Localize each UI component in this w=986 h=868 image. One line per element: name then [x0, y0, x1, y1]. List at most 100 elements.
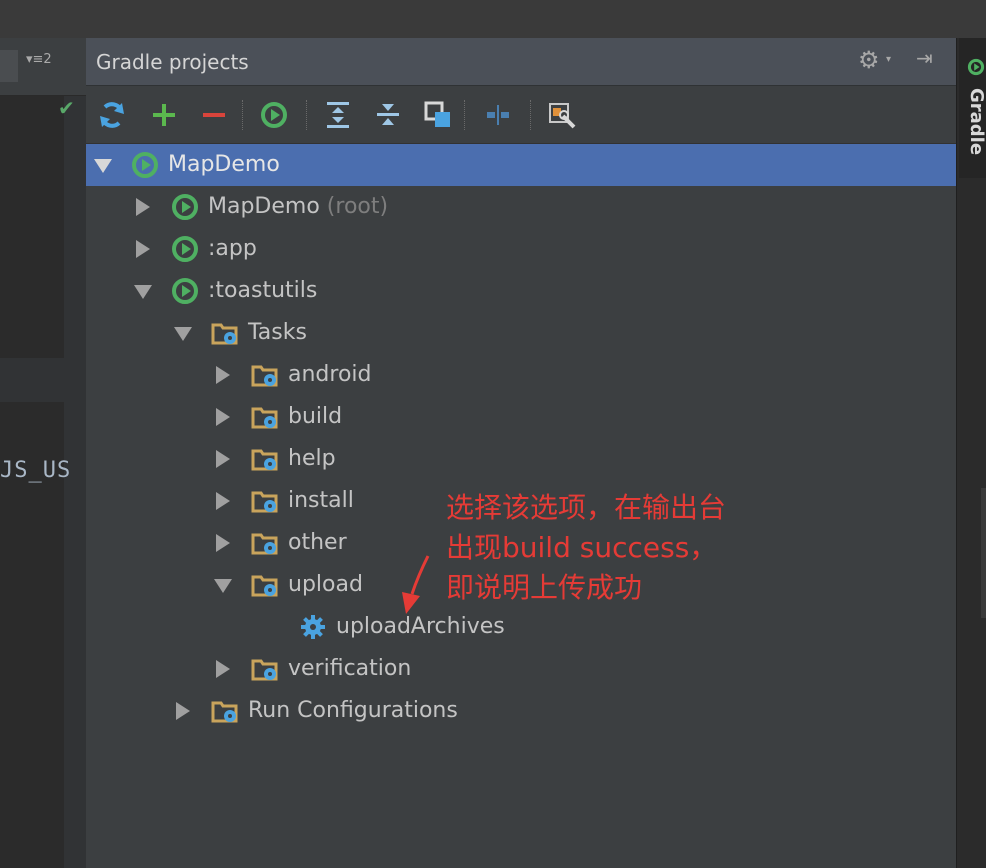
tree-row-label: Run Configurations: [248, 698, 458, 723]
tree-row-label: upload: [288, 572, 363, 597]
attach-icon: [424, 101, 450, 127]
expand-arrow-icon[interactable]: [216, 366, 230, 384]
toolbar-separator: [464, 100, 465, 130]
gear-icon: [301, 615, 325, 639]
gradle-icon: [172, 194, 198, 220]
expand-all-icon: [327, 102, 349, 128]
annotation-line: 选择该选项，在输出台: [446, 491, 727, 524]
tree-row[interactable]: MapDemo: [86, 144, 956, 186]
tree-row-text: android: [288, 362, 372, 387]
expand-arrow-icon[interactable]: [216, 450, 230, 468]
tree-row-text: Run Configurations: [248, 698, 458, 723]
tree-row[interactable]: MapDemo (root): [86, 186, 956, 228]
execute-gradle-task-button[interactable]: [258, 98, 290, 132]
refresh-icon: [100, 102, 124, 128]
tree-row-text: build: [288, 404, 343, 429]
toolbar-separator: [242, 100, 243, 130]
scroll-marker: [981, 488, 986, 618]
gradle-run-icon: [261, 102, 287, 128]
editor-area: ▾≡2 ✔ JS_US: [0, 38, 86, 868]
panel-title: Gradle projects: [96, 50, 249, 74]
tree-row-text: MapDemo: [208, 194, 320, 219]
annotation-line: 即说明上传成功: [446, 571, 643, 604]
tree-row-label: help: [288, 446, 336, 471]
editor-code-fragment: JS_US: [0, 458, 72, 483]
task-folder-icon: [251, 407, 278, 429]
tree-row-text: MapDemo: [168, 152, 280, 177]
tree-row[interactable]: verification: [86, 648, 956, 690]
attach-project-button[interactable]: [422, 98, 454, 132]
tree-row-label: other: [288, 530, 347, 555]
tree-row-label: :toastutils: [208, 278, 317, 303]
collapse-arrow-icon[interactable]: [134, 285, 152, 299]
tree-row[interactable]: :toastutils: [86, 270, 956, 312]
editor-tab-edge[interactable]: [0, 50, 18, 82]
tree-row-text: install: [288, 488, 354, 513]
expand-arrow-icon[interactable]: [136, 198, 150, 216]
gradle-toolbar: [86, 86, 956, 144]
tree-row-text: help: [288, 446, 336, 471]
tree-row-label: android: [288, 362, 372, 387]
task-folder-icon: [251, 659, 278, 681]
refresh-all-projects-button[interactable]: [96, 98, 128, 132]
tree-row[interactable]: Tasks: [86, 312, 956, 354]
tree-row-text: verification: [288, 656, 412, 681]
tree-row-label: build: [288, 404, 342, 429]
expand-arrow-icon[interactable]: [216, 534, 230, 552]
add-project-button[interactable]: [148, 98, 180, 132]
panel-settings-gear-icon[interactable]: ⚙: [858, 46, 880, 74]
collapse-arrow-icon[interactable]: [174, 327, 192, 341]
gradle-tab-label: Gradle: [966, 88, 986, 156]
expand-all-button[interactable]: [322, 98, 354, 132]
expand-arrow-icon[interactable]: [216, 408, 230, 426]
tree-row[interactable]: help: [86, 438, 956, 480]
gradle-icon: [967, 58, 985, 76]
tree-row-label: :app: [208, 236, 257, 261]
editor-tabbar: ▾≡2: [0, 38, 86, 96]
minus-icon: [203, 113, 225, 117]
tree-row[interactable]: Run Configurations: [86, 690, 956, 732]
expand-arrow-icon[interactable]: [176, 702, 190, 720]
expand-arrow-icon[interactable]: [136, 240, 150, 258]
hide-panel-icon[interactable]: ⇥: [916, 46, 933, 70]
editor-tab-list-button[interactable]: ▾≡2: [26, 52, 52, 67]
task-folder-icon: [251, 491, 278, 513]
collapse-arrow-icon[interactable]: [214, 579, 232, 593]
toggle-offline-mode-button[interactable]: [482, 98, 514, 132]
collapse-arrow-icon[interactable]: [94, 159, 112, 173]
tree-row-text: :app: [208, 236, 257, 261]
editor-current-line: [0, 358, 64, 402]
offline-icon: [487, 105, 509, 125]
right-tool-window-strip: Gradle: [956, 38, 986, 868]
expand-arrow-icon[interactable]: [216, 492, 230, 510]
tree-row-text: other: [288, 530, 347, 555]
panel-header: Gradle projects ⚙ ▾ ⇥: [86, 38, 956, 86]
window-top-strip: [0, 0, 986, 38]
collapse-all-button[interactable]: [372, 98, 404, 132]
task-folder-icon: [211, 701, 238, 723]
gradle-icon: [172, 236, 198, 262]
tree-row[interactable]: android: [86, 354, 956, 396]
tree-row[interactable]: uploadArchives: [86, 606, 956, 648]
tree-row-label: uploadArchives: [336, 614, 505, 639]
collapse-all-icon: [377, 104, 399, 125]
inspection-ok-icon: ✔: [58, 96, 75, 120]
expand-arrow-icon[interactable]: [216, 660, 230, 678]
toolbar-separator: [306, 100, 307, 130]
tree-row-label: Tasks: [248, 320, 307, 345]
tree-row-label: MapDemo (root): [208, 194, 388, 219]
tree-row[interactable]: :app: [86, 228, 956, 270]
gradle-tool-window-tab[interactable]: Gradle: [959, 38, 986, 178]
annotation-text: 选择该选项，在输出台 出现build success， 即说明上传成功: [446, 488, 776, 608]
panel-settings-caret-icon[interactable]: ▾: [886, 54, 891, 65]
gradle-settings-button[interactable]: [546, 98, 578, 132]
tree-row-text: Tasks: [248, 320, 307, 345]
tree-row[interactable]: build: [86, 396, 956, 438]
gradle-projects-panel: Gradle projects ⚙ ▾ ⇥ MapDemo MapDemo (r…: [86, 38, 956, 868]
annotation-arrow-icon: [402, 555, 430, 614]
remove-project-button[interactable]: [198, 98, 230, 132]
tree-row-text: :toastutils: [208, 278, 318, 303]
tree-row-label: verification: [288, 656, 411, 681]
tree-row-label: MapDemo: [168, 152, 280, 177]
task-folder-icon: [211, 323, 238, 345]
